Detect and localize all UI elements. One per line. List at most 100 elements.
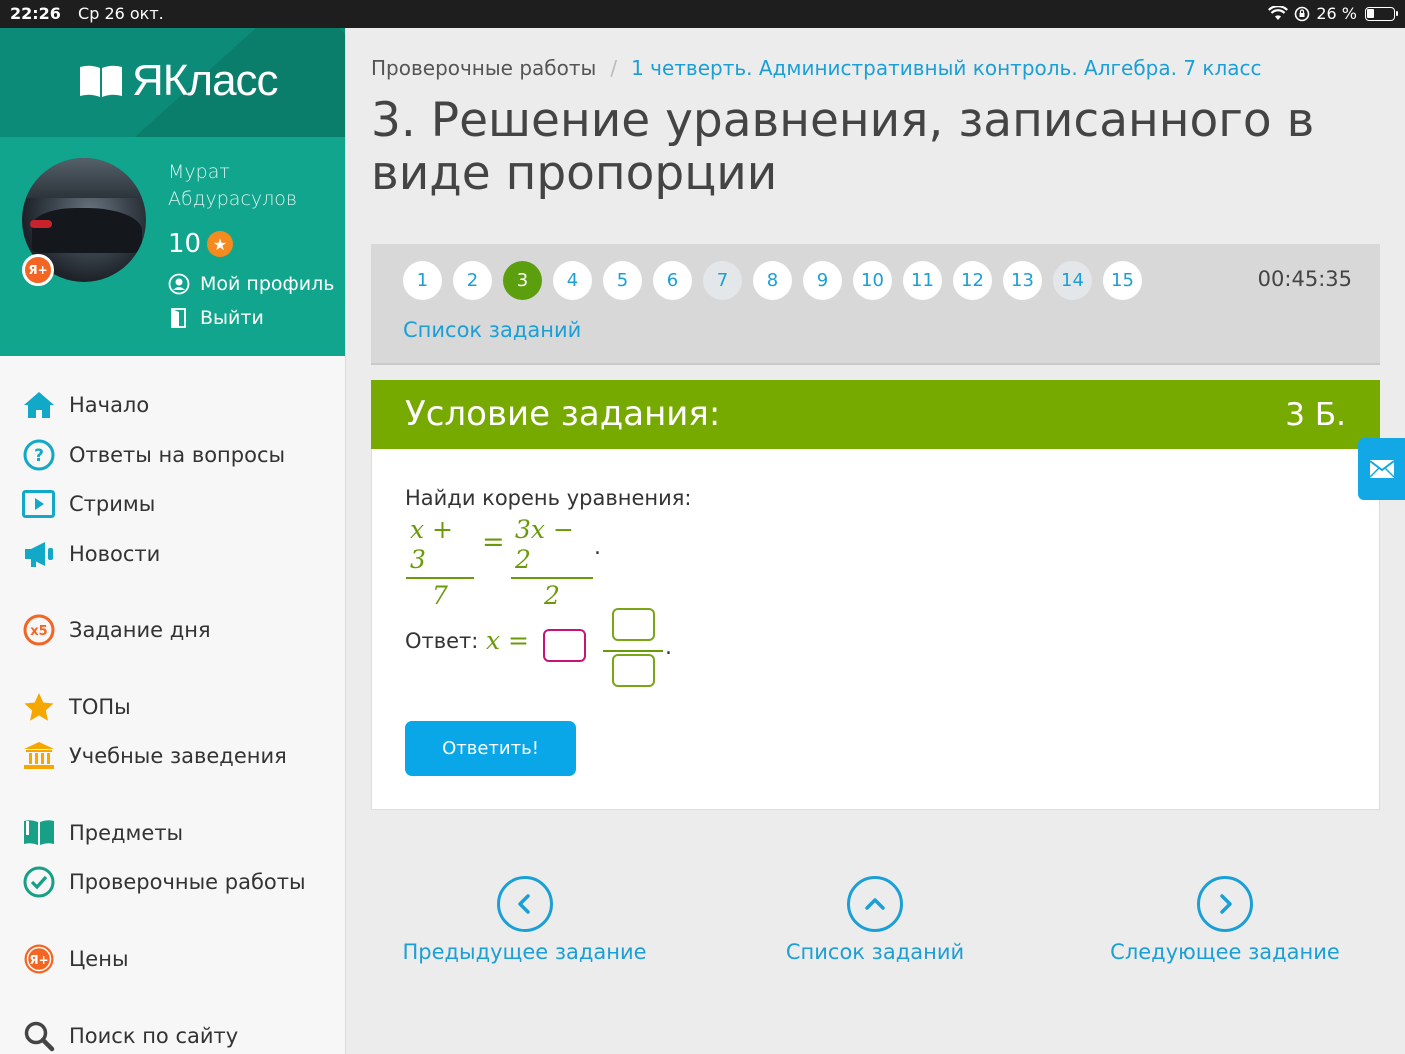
logo[interactable]: ЯКласс xyxy=(78,56,279,106)
nav-label: Ответы на вопросы xyxy=(69,443,286,467)
nav-label: ТОПы xyxy=(69,695,131,719)
task-number-15[interactable]: 15 xyxy=(1103,261,1142,300)
question-icon: ? xyxy=(22,439,55,472)
submit-answer-button[interactable]: Ответить! xyxy=(405,721,576,776)
page-title: 3. Решение уравнения, записанного в виде… xyxy=(371,93,1315,201)
task-number-5[interactable]: 5 xyxy=(603,261,642,300)
nav-label: Предметы xyxy=(69,821,184,845)
nav-label: Проверочные работы xyxy=(69,870,306,894)
user-circle-icon xyxy=(168,273,190,295)
nav-label: Новости xyxy=(69,542,161,566)
wifi-icon xyxy=(1268,6,1289,20)
yaplus-icon: Я+ xyxy=(22,943,55,976)
nav-item-home[interactable]: Начало xyxy=(22,388,149,422)
rhs-denominator: 2 xyxy=(544,580,560,610)
search-icon xyxy=(22,1020,55,1053)
envelope-icon xyxy=(1369,460,1394,478)
profile-block: Я+ Мурат Абдурасулов 10 ★ Мой профиль Вы… xyxy=(0,137,345,356)
condition-score: 3 Б. xyxy=(1285,397,1346,433)
svg-text:x5: x5 xyxy=(30,624,47,639)
play-icon xyxy=(22,488,55,521)
rhs-numerator: 3x − 2 xyxy=(515,515,574,574)
breadcrumb-current[interactable]: 1 четверть. Административный контроль. А… xyxy=(631,56,1261,80)
condition-body: Найди корень уравнения: x + 3 7 = 3x − 2… xyxy=(371,449,1380,810)
star-coin-icon: ★ xyxy=(207,231,234,257)
task-number-2[interactable]: 2 xyxy=(453,261,492,300)
task-number-10[interactable]: 10 xyxy=(853,261,892,300)
feedback-tab[interactable] xyxy=(1358,438,1405,500)
equals-sign: = xyxy=(482,527,505,558)
task-list-link[interactable]: Список заданий xyxy=(403,318,581,342)
status-time: 22:26 xyxy=(10,4,61,23)
equation-period: . xyxy=(594,535,601,560)
nav-item-schools[interactable]: Учебные заведения xyxy=(22,739,287,773)
status-date: Ср 26 окт. xyxy=(78,4,164,23)
book-icon xyxy=(22,817,55,850)
task-number-13[interactable]: 13 xyxy=(1003,261,1042,300)
my-profile-link[interactable]: Мой профиль xyxy=(168,273,334,295)
user-name[interactable]: Мурат Абдурасулов xyxy=(168,159,338,213)
points: 10 ★ xyxy=(168,229,234,259)
chevron-right-icon xyxy=(1197,876,1253,932)
nav-item-streams[interactable]: Стримы xyxy=(22,487,155,521)
task-number-list: 1 2 3 4 5 6 7 8 9 10 11 12 13 14 15 xyxy=(403,261,1142,300)
breadcrumb-root[interactable]: Проверочные работы xyxy=(371,56,596,80)
lhs-denominator: 7 xyxy=(432,580,448,610)
next-task-nav[interactable]: Следующее задание xyxy=(1110,876,1340,964)
nav-item-search[interactable]: Поиск по сайту xyxy=(22,1019,238,1053)
nav-item-tests[interactable]: Проверочные работы xyxy=(22,865,306,899)
task-number-3[interactable]: 3 xyxy=(503,261,542,300)
task-number-1[interactable]: 1 xyxy=(403,261,442,300)
lhs-fraction: x + 3 7 xyxy=(406,515,474,611)
prev-task-nav[interactable]: Предыдущее задание xyxy=(402,876,647,964)
star-icon xyxy=(22,691,55,724)
nav-item-subjects[interactable]: Предметы xyxy=(22,816,183,850)
condition-header: Условие задания: 3 Б. xyxy=(371,380,1380,449)
nav-label: Задание дня xyxy=(69,618,211,642)
next-task-label: Следующее задание xyxy=(1110,940,1340,964)
sidebar: ЯКласс Я+ Мурат Абдурасулов 10 ★ Мой про… xyxy=(0,28,346,1054)
task-prompt: Найди корень уравнения: xyxy=(405,486,692,510)
task-list-label: Список заданий xyxy=(785,940,965,964)
logo-text: ЯКласс xyxy=(132,56,279,105)
chevron-up-icon xyxy=(847,876,903,932)
task-number-6[interactable]: 6 xyxy=(653,261,692,300)
task-number-12[interactable]: 12 xyxy=(953,261,992,300)
answer-whole-input[interactable] xyxy=(543,629,586,662)
task-number-7[interactable]: 7 xyxy=(703,261,742,300)
condition-title: Условие задания: xyxy=(405,394,721,434)
task-number-11[interactable]: 11 xyxy=(903,261,942,300)
orientation-lock-icon xyxy=(1295,6,1310,21)
battery-percent: 26 % xyxy=(1316,4,1357,23)
chevron-left-icon xyxy=(496,876,553,932)
task-number-9[interactable]: 9 xyxy=(803,261,842,300)
tasks-panel: 1 2 3 4 5 6 7 8 9 10 11 12 13 14 15 00:45:35 Список за… xyxy=(371,244,1380,365)
check-icon xyxy=(22,866,55,899)
task-number-4[interactable]: 4 xyxy=(553,261,592,300)
answer-denominator-input[interactable] xyxy=(612,654,655,687)
status-bar: 22:26 Ср 26 окт. 26 % xyxy=(0,0,1405,28)
nav-item-news[interactable]: Новости xyxy=(22,537,160,571)
school-icon xyxy=(22,740,55,773)
nav-label: Учебные заведения xyxy=(69,744,287,768)
book-logo-icon xyxy=(80,65,122,97)
task-list-nav[interactable]: Список заданий xyxy=(775,876,975,964)
nav-label: Начало xyxy=(69,393,150,417)
task-number-8[interactable]: 8 xyxy=(753,261,792,300)
lhs-numerator: x + 3 xyxy=(410,515,453,574)
answer-variable: x = xyxy=(486,626,529,655)
answer-numerator-input[interactable] xyxy=(612,608,655,641)
answer-fraction-bar xyxy=(603,650,663,652)
nav-item-prices[interactable]: Я+ Цены xyxy=(22,942,129,976)
logout-link[interactable]: Выйти xyxy=(168,307,264,329)
nav-item-task-of-day[interactable]: x5 Задание дня xyxy=(22,613,211,647)
battery-icon xyxy=(1365,6,1398,21)
task-number-14[interactable]: 14 xyxy=(1053,261,1092,300)
nav-item-tops[interactable]: ТОПы xyxy=(22,690,131,724)
megaphone-icon xyxy=(22,538,55,571)
nav-item-answers[interactable]: ? Ответы на вопросы xyxy=(22,438,285,472)
x5-icon: x5 xyxy=(22,614,55,647)
svg-text:?: ? xyxy=(34,446,44,466)
svg-text:Я+: Я+ xyxy=(29,953,48,967)
rhs-fraction: 3x − 2 2 xyxy=(511,515,593,611)
